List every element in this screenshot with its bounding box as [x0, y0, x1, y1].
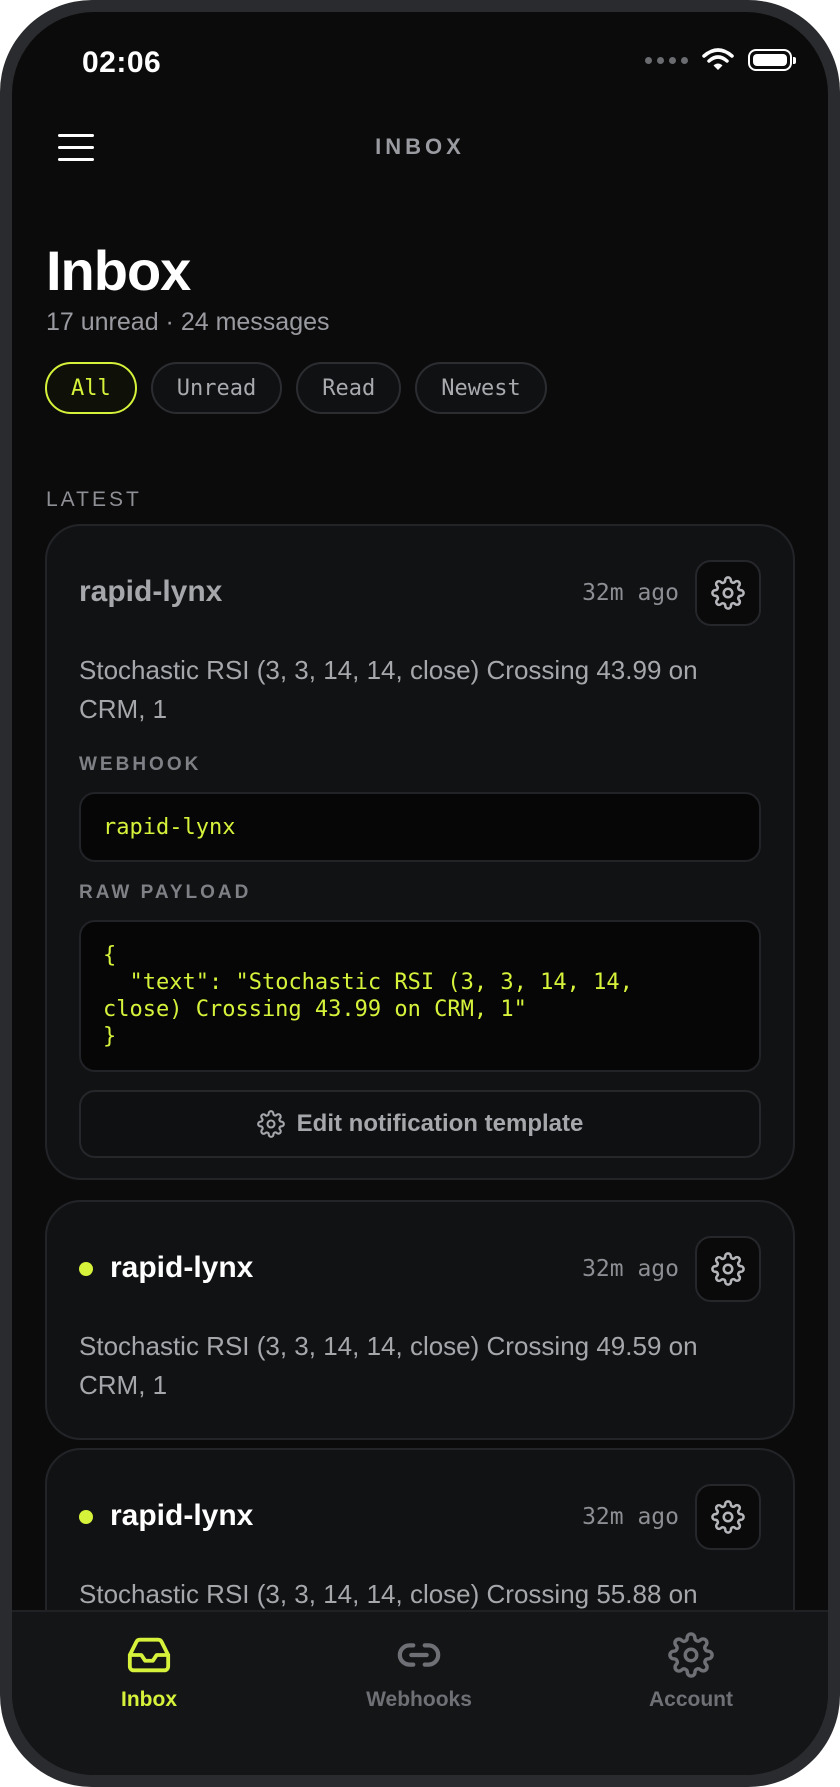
gear-icon: [256, 1110, 285, 1138]
bottom-navigation: Inbox Webhooks Account: [12, 1610, 828, 1775]
raw-payload-text: { "text": "Stochastic RSI (3, 3, 14, 14,…: [103, 943, 633, 1049]
nav-inbox[interactable]: Inbox: [49, 1632, 249, 1712]
message-settings-button[interactable]: [695, 1236, 761, 1302]
message-time: 32m ago: [582, 580, 679, 606]
payload-label: RAW PAYLOAD: [79, 882, 252, 903]
status-time: 02:06: [82, 46, 162, 79]
battery-icon: [748, 49, 796, 71]
raw-payload: { "text": "Stochastic RSI (3, 3, 14, 14,…: [79, 920, 761, 1072]
message-card-expanded[interactable]: rapid-lynx 32m ago Stochastic RSI (3, 3,…: [45, 524, 795, 1180]
gear-icon: [711, 1252, 745, 1286]
nav-webhooks[interactable]: Webhooks: [319, 1632, 519, 1712]
edit-template-label: Edit notification template: [296, 1110, 584, 1137]
webhook-name: rapid-lynx: [103, 814, 236, 840]
filter-chips: All Unread Read Newest: [45, 362, 547, 414]
cellular-signal-icon: [645, 56, 688, 64]
wifi-icon: [702, 48, 734, 70]
nav-account[interactable]: Account: [591, 1632, 791, 1712]
inbox-icon: [127, 1637, 171, 1673]
status-indicators: [645, 48, 796, 72]
unread-indicator: [79, 1510, 93, 1524]
message-text: Stochastic RSI (3, 3, 14, 14, close) Cro…: [79, 1331, 698, 1400]
message-text: Stochastic RSI (3, 3, 14, 14, close) Cro…: [79, 655, 698, 724]
filter-all[interactable]: All: [45, 362, 137, 414]
webhook-label: WEBHOOK: [79, 754, 202, 775]
nav-account-label: Account: [649, 1688, 733, 1711]
nav-webhooks-label: Webhooks: [366, 1688, 472, 1711]
filter-newest[interactable]: Newest: [415, 362, 547, 414]
section-label: LATEST: [46, 488, 142, 511]
filter-read[interactable]: Read: [296, 362, 402, 414]
message-sender: rapid-lynx: [79, 575, 223, 608]
webhook-value: rapid-lynx: [79, 792, 761, 862]
unread-indicator: [79, 1262, 93, 1276]
message-header: rapid-lynx 32m ago: [79, 560, 761, 626]
message-sender: rapid-lynx: [110, 1251, 254, 1284]
filter-unread[interactable]: Unread: [150, 362, 283, 414]
nav-inbox-label: Inbox: [121, 1688, 177, 1711]
message-header: rapid-lynx 32m ago: [79, 1484, 761, 1550]
message-card[interactable]: rapid-lynx 32m ago Stochastic RSI (3, 3,…: [45, 1200, 795, 1440]
message-settings-button[interactable]: [695, 560, 761, 626]
gear-icon: [711, 576, 745, 610]
topbar-title: INBOX: [375, 134, 465, 159]
gear-icon: [711, 1500, 745, 1534]
app-screen: 02:06 INBOX Inbox 17 unread · 24 message…: [12, 12, 828, 1775]
link-icon: [397, 1643, 441, 1667]
message-time: 32m ago: [582, 1504, 679, 1530]
message-sender: rapid-lynx: [110, 1499, 254, 1532]
page-subtitle: 17 unread · 24 messages: [46, 308, 330, 336]
message-settings-button[interactable]: [695, 1484, 761, 1550]
message-header: rapid-lynx 32m ago: [79, 1236, 761, 1302]
edit-template-button[interactable]: Edit notification template: [79, 1090, 761, 1158]
page-title: Inbox: [46, 239, 191, 302]
device-frame: 02:06 INBOX Inbox 17 unread · 24 message…: [0, 0, 840, 1787]
message-time: 32m ago: [582, 1256, 679, 1282]
gear-icon: [668, 1632, 714, 1678]
